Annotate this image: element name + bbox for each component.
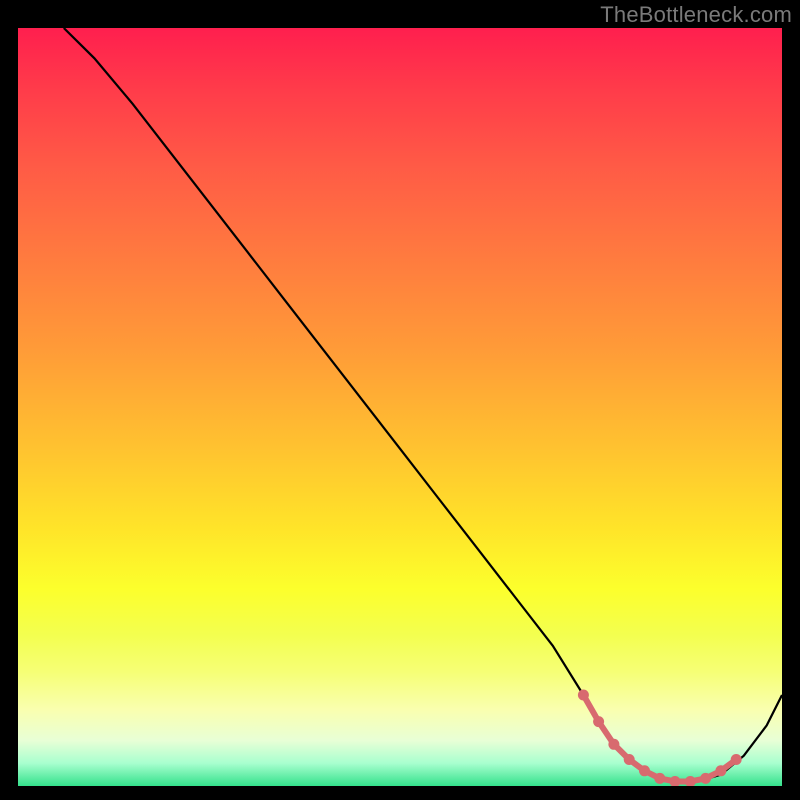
- highlight-band: [578, 690, 742, 787]
- highlight-marker: [593, 716, 604, 727]
- highlight-marker: [715, 765, 726, 776]
- highlight-marker: [731, 754, 742, 765]
- plot-area: [18, 28, 782, 786]
- highlight-marker: [608, 739, 619, 750]
- bottleneck-curve: [64, 28, 782, 782]
- highlight-marker: [578, 690, 589, 701]
- highlight-marker: [670, 776, 681, 786]
- chart-root: TheBottleneck.com: [0, 0, 800, 800]
- highlight-stroke: [583, 695, 736, 782]
- highlight-marker: [700, 773, 711, 784]
- curve-path: [64, 28, 782, 782]
- highlight-marker: [624, 754, 635, 765]
- highlight-marker: [639, 765, 650, 776]
- highlight-marker: [685, 776, 696, 786]
- watermark-label: TheBottleneck.com: [600, 2, 792, 28]
- curve-layer: [18, 28, 782, 786]
- highlight-marker: [654, 773, 665, 784]
